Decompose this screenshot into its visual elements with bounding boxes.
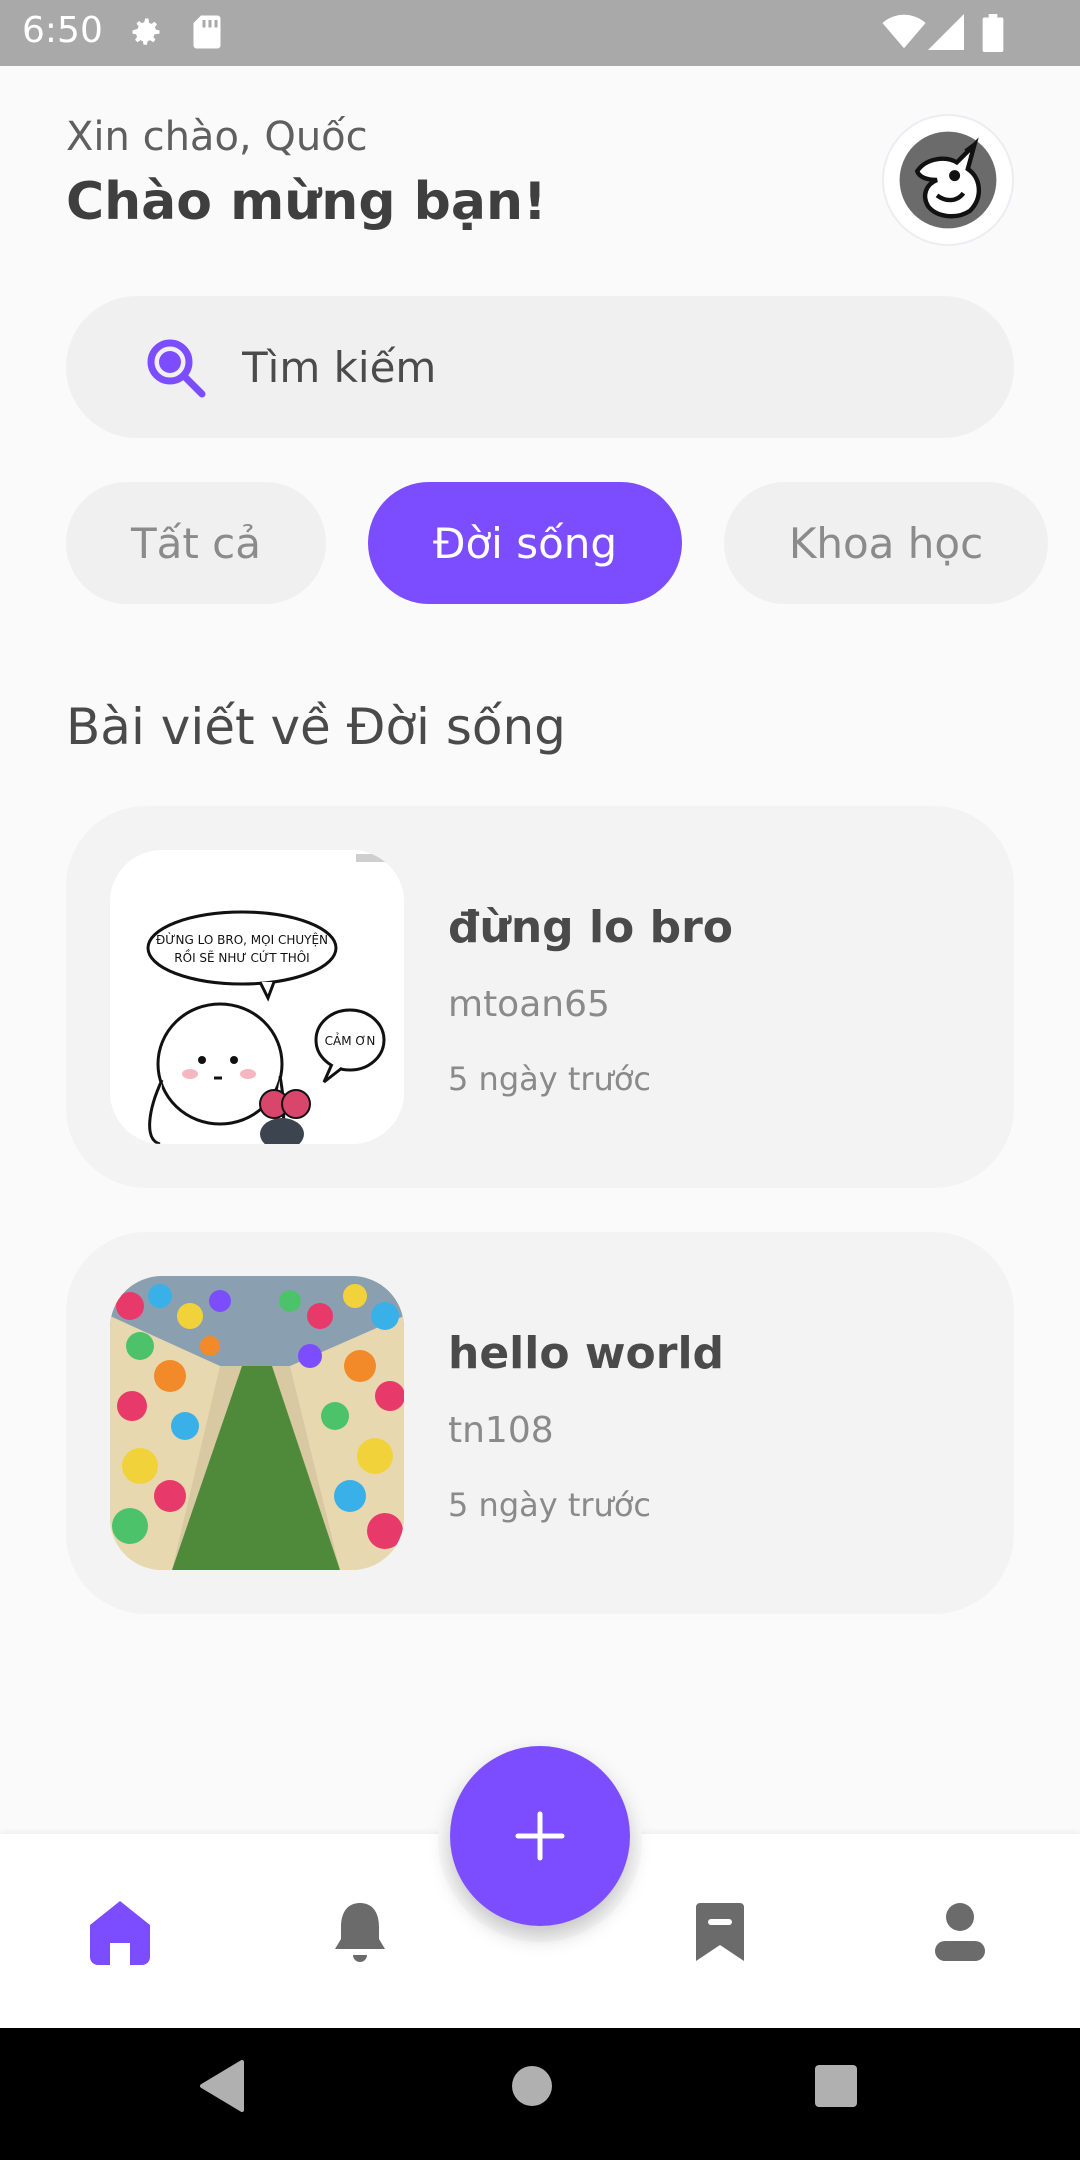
nav-notifications[interactable] [320,1896,400,1968]
gear-icon [132,18,160,45]
comic-reply-text: CẢM ƠN [325,1032,376,1048]
signal-icon [928,14,964,50]
comic-thumbnail: ĐỪNG LO BRO, MỌI CHUYỆN RỒI SẼ NHƯ CỨT T… [110,850,404,1144]
category-chip-all[interactable]: Tất cả [66,482,326,604]
post-author: tn108 [448,1410,554,1451]
post-time: 5 ngày trước [448,1486,651,1524]
post-thumbnail: ĐỪNG LO BRO, MỌI CHUYỆN RỒI SẼ NHƯ CỨT T… [110,850,404,1144]
home-circle-icon[interactable] [502,2056,562,2116]
recent-apps-icon[interactable] [806,2056,866,2116]
back-icon[interactable] [196,2056,246,2116]
bookmark-icon [696,1903,744,1961]
nav-saved[interactable] [680,1896,760,1968]
unicorn-avatar-icon [899,131,997,229]
section-title: Bài viết về Đời sống [66,698,566,756]
nav-home[interactable] [80,1896,160,1968]
profile-icon [935,1903,985,1961]
post-author: mtoan65 [448,984,610,1025]
post-thumbnail [110,1276,404,1570]
post-card[interactable]: ĐỪNG LO BRO, MỌI CHUYỆN RỒI SẼ NHƯ CỨT T… [66,806,1014,1188]
wifi-icon [882,14,926,49]
search-input[interactable] [242,332,942,402]
home-icon [90,1901,150,1965]
create-post-button[interactable] [450,1746,630,1926]
search-icon [147,339,206,398]
comic-speech-text-2: RỒI SẼ NHƯ CỨT THÔI [174,949,309,965]
welcome-title: Chào mừng bạn! [66,172,547,232]
system-navigation-bar [0,2028,1080,2160]
post-time: 5 ngày trước [448,1060,651,1098]
post-title: đừng lo bro [448,902,734,953]
post-title: hello world [448,1328,725,1379]
battery-icon [982,14,1004,52]
status-time: 6:50 [22,10,103,51]
comic-speech-text-1: ĐỪNG LO BRO, MỌI CHUYỆN [156,932,328,947]
pinwheel-path-photo [110,1276,404,1570]
category-chip-life[interactable]: Đời sống [368,482,682,604]
plus-icon [515,1811,565,1861]
avatar[interactable] [882,114,1014,246]
post-card[interactable]: hello world tn108 5 ngày trước [66,1232,1014,1614]
category-chip-science[interactable]: Khoa học [724,482,1048,604]
bell-icon [335,1903,385,1962]
greeting-text: Xin chào, Quốc [66,114,368,160]
nav-profile[interactable] [920,1896,1000,1968]
app-screen: 6:50 Xin chào, Quốc Chào mừng bạn! Tìm k… [0,0,1080,2160]
search-bar[interactable] [66,296,1014,438]
status-bar: 6:50 [0,0,1080,66]
sd-card-icon [193,15,221,49]
